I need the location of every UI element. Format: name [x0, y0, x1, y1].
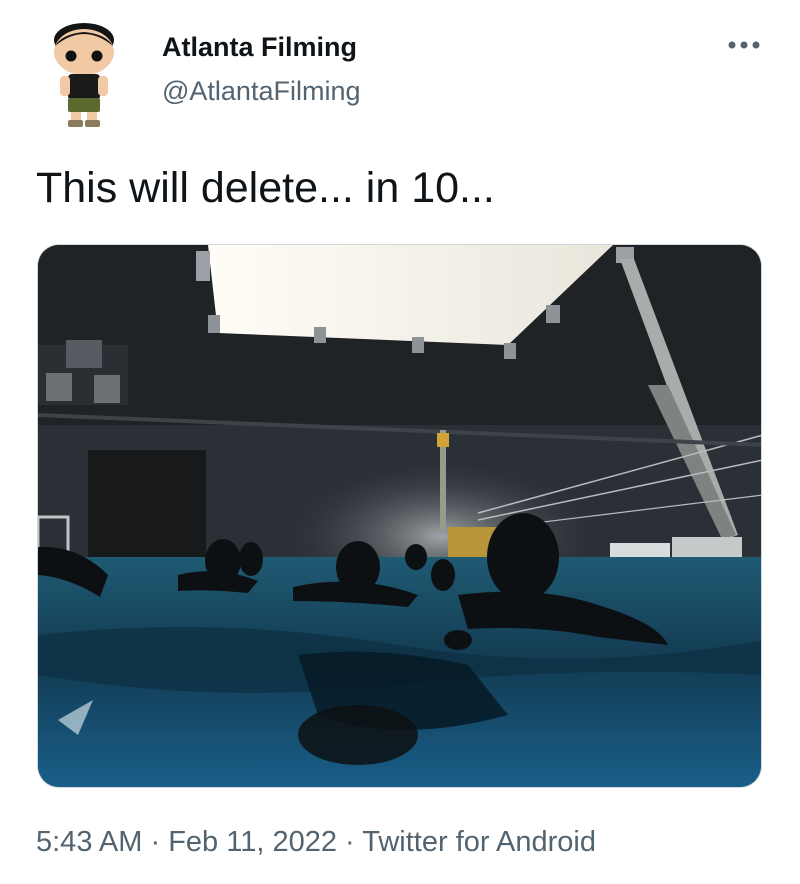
meta-separator: ·	[150, 826, 161, 858]
tweet-date[interactable]: Feb 11, 2022	[168, 826, 337, 858]
author-name[interactable]: Atlanta Filming	[162, 32, 357, 63]
photo-divers-in-tank	[38, 245, 761, 787]
tweet-photo[interactable]	[37, 244, 762, 788]
meta-separator: ·	[345, 826, 355, 858]
tweet-text: This will delete... in 10...	[36, 164, 495, 212]
more-horizontal-icon	[728, 41, 760, 49]
author-handle[interactable]: @AtlantaFilming	[162, 76, 360, 107]
tweet-time[interactable]: 5:43 AM	[36, 826, 142, 858]
avatar[interactable]	[40, 18, 132, 130]
tweet-source[interactable]: Twitter for Android	[362, 826, 596, 858]
tweet-metadata: 5:43 AM · Feb 11, 2022 · Twitter for And…	[36, 826, 596, 859]
funko-figure-avatar-icon	[54, 23, 114, 127]
more-options-button[interactable]	[722, 30, 766, 60]
